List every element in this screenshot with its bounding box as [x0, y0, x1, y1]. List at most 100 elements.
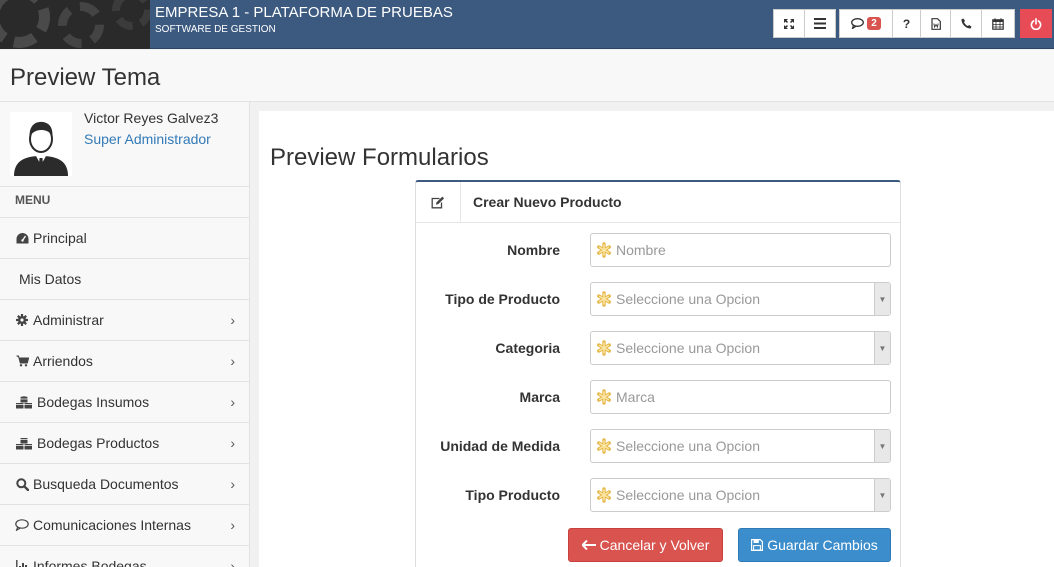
- sidebar-item-busqueda-documentos[interactable]: Busqueda Documentos ›: [0, 464, 249, 505]
- user-name: Victor Reyes Galvez3: [84, 110, 219, 126]
- chevron-right-icon: ›: [230, 353, 235, 369]
- field-label: Categoria: [495, 340, 560, 356]
- arrow-left-icon: [581, 540, 596, 550]
- power-icon: [1030, 17, 1042, 30]
- sidebar-item-bodegas-insumos[interactable]: Bodegas Insumos ›: [0, 382, 249, 423]
- sidebar-item-label: Comunicaciones Internas: [33, 517, 191, 533]
- messages-count-badge: 2: [867, 17, 881, 30]
- menu-section-label: MENU: [0, 187, 249, 218]
- user-panel: Victor Reyes Galvez3 Super Administrador: [0, 102, 249, 187]
- company-title: EMPRESA 1 - PLATAFORMA DE PRUEBAS: [155, 4, 453, 21]
- messages-button[interactable]: 2: [839, 9, 893, 38]
- document-icon: [930, 17, 941, 30]
- marca-placeholder: Marca: [616, 389, 655, 405]
- field-label: Tipo de Producto: [445, 291, 560, 307]
- help-icon: ?: [902, 16, 911, 31]
- gear-icon: [15, 313, 29, 327]
- tipo-producto-select[interactable]: Seleccione una Opcion ▼: [590, 478, 891, 512]
- marca-input[interactable]: Marca: [590, 380, 891, 414]
- sidebar-item-label: Informes Bodegas: [33, 558, 147, 567]
- field-label: Unidad de Medida: [440, 438, 560, 454]
- avatar[interactable]: [10, 112, 72, 176]
- calendar-icon: [992, 17, 1004, 30]
- cancel-button[interactable]: Cancelar y Volver: [568, 528, 723, 562]
- sidebar: Victor Reyes Galvez3 Super Administrador…: [0, 102, 250, 567]
- sidebar-item-label: Arriendos: [33, 353, 93, 369]
- required-asterisk-icon: [596, 438, 612, 454]
- bar-chart-icon: [15, 559, 29, 567]
- save-button[interactable]: Guardar Cambios: [738, 528, 891, 562]
- cubes-icon: [15, 436, 33, 450]
- chevron-right-icon: ›: [230, 558, 235, 567]
- field-label: Nombre: [507, 242, 560, 258]
- required-asterisk-icon: [596, 487, 612, 503]
- chat-icon: [851, 18, 865, 29]
- sidebar-item-informes-bodegas[interactable]: Informes Bodegas ›: [0, 546, 249, 567]
- form-row-categoria: Categoria Seleccione una Opcion ▼: [416, 331, 900, 365]
- save-button-label: Guardar Cambios: [767, 537, 878, 553]
- dropdown-caret-icon[interactable]: ▼: [874, 283, 890, 315]
- help-button[interactable]: ?: [892, 9, 921, 38]
- tipo-de-producto-select[interactable]: Seleccione una Opcion ▼: [590, 282, 891, 316]
- chevron-right-icon: ›: [230, 435, 235, 451]
- sidebar-item-label: Busqueda Documentos: [33, 476, 179, 492]
- logout-button[interactable]: [1020, 9, 1052, 38]
- form-row-tipo-de-producto: Tipo de Producto Seleccione una Opcion ▼: [416, 282, 900, 316]
- required-asterisk-icon: [596, 389, 612, 405]
- user-avatar-icon: [10, 112, 72, 176]
- phone-icon: [960, 18, 971, 29]
- select-placeholder: Seleccione una Opcion: [616, 438, 760, 454]
- fullscreen-button[interactable]: [773, 9, 805, 38]
- required-asterisk-icon: [596, 340, 612, 356]
- form-row-nombre: Nombre Nombre: [416, 233, 900, 267]
- floppy-disk-icon: [751, 539, 764, 551]
- sidebar-item-bodegas-productos[interactable]: Bodegas Productos ›: [0, 423, 249, 464]
- form-row-marca: Marca Marca: [416, 380, 900, 414]
- chevron-right-icon: ›: [230, 517, 235, 533]
- form-row-unidad-de-medida: Unidad de Medida Seleccione una Opcion ▼: [416, 429, 900, 463]
- comment-icon: [15, 518, 29, 532]
- dropdown-caret-icon[interactable]: ▼: [874, 430, 890, 462]
- dropdown-caret-icon[interactable]: ▼: [874, 479, 890, 511]
- nombre-input[interactable]: Nombre: [590, 233, 891, 267]
- dashboard-icon: [15, 231, 29, 245]
- unidad-de-medida-select[interactable]: Seleccione una Opcion ▼: [590, 429, 891, 463]
- menu-icon: [814, 18, 826, 29]
- form-panel-header: Crear Nuevo Producto: [416, 182, 900, 223]
- form-title: Crear Nuevo Producto: [473, 194, 622, 210]
- product-form-panel: Crear Nuevo Producto Nombre Nombre Tipo …: [415, 180, 901, 567]
- dropdown-caret-icon[interactable]: ▼: [874, 332, 890, 364]
- app-subtitle: SOFTWARE DE GESTION: [155, 24, 276, 35]
- form-row-tipo-producto: Tipo Producto Seleccione una Opcion ▼: [416, 478, 900, 512]
- sidebar-item-arriendos[interactable]: Arriendos ›: [0, 341, 249, 382]
- sidebar-item-label: Bodegas Productos: [37, 435, 160, 451]
- select-placeholder: Seleccione una Opcion: [616, 487, 760, 503]
- page-title: Preview Tema: [10, 64, 161, 91]
- required-asterisk-icon: [596, 242, 612, 258]
- chevron-right-icon: ›: [230, 312, 235, 328]
- calendar-button[interactable]: [981, 9, 1015, 38]
- document-button[interactable]: [920, 9, 951, 38]
- sidebar-item-principal[interactable]: Principal: [0, 218, 249, 259]
- main-content: Preview Formularios Crear Nuevo Producto…: [259, 111, 1054, 567]
- field-label: Marca: [519, 389, 560, 405]
- categoria-select[interactable]: Seleccione una Opcion ▼: [590, 331, 891, 365]
- sidebar-item-label: Principal: [33, 230, 87, 246]
- chevron-right-icon: ›: [230, 394, 235, 410]
- cubes-icon: [15, 395, 33, 409]
- company-logo[interactable]: [0, 0, 150, 49]
- edit-icon: [416, 182, 461, 223]
- chevron-right-icon: ›: [230, 476, 235, 492]
- sidebar-item-mis-datos[interactable]: Mis Datos: [0, 259, 249, 300]
- user-role-link[interactable]: Super Administrador: [84, 131, 211, 147]
- phone-button[interactable]: [950, 9, 982, 38]
- cart-icon: [15, 354, 29, 368]
- page-header: Preview Tema: [0, 50, 1054, 102]
- menu-toggle-button[interactable]: [804, 9, 836, 38]
- fullscreen-icon: [784, 18, 794, 29]
- top-navbar: EMPRESA 1 - PLATAFORMA DE PRUEBAS SOFTWA…: [0, 0, 1054, 49]
- sidebar-item-administrar[interactable]: Administrar ›: [0, 300, 249, 341]
- search-icon: [15, 477, 29, 491]
- sidebar-item-comunicaciones-internas[interactable]: Comunicaciones Internas ›: [0, 505, 249, 546]
- required-asterisk-icon: [596, 291, 612, 307]
